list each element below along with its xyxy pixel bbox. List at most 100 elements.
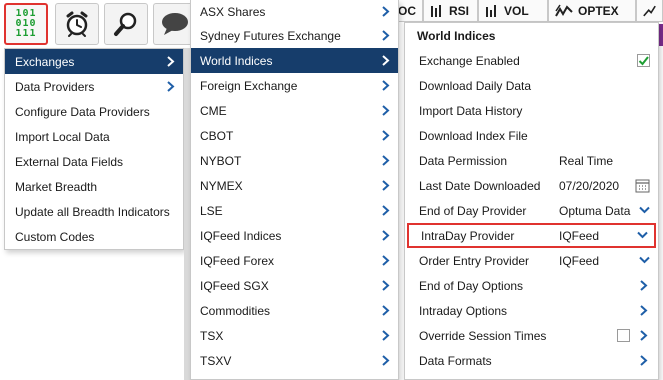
binary-data-icon: 101 010 111: [15, 9, 36, 39]
menu-item-label: Import Local Data: [15, 129, 110, 144]
row-label: Last Date Downloaded: [419, 178, 541, 193]
tab-vol[interactable]: VOL: [478, 0, 548, 22]
download-daily-data-row[interactable]: Download Daily Data: [405, 73, 658, 98]
intraday-options-row[interactable]: Intraday Options: [405, 298, 658, 323]
alarm-button[interactable]: [55, 3, 99, 45]
menu-item-label: Data Providers: [15, 79, 95, 94]
menu-item-label: Custom Codes: [15, 229, 95, 244]
last-date-value[interactable]: 07/20/2020: [559, 179, 619, 193]
tab-label: RSI: [449, 3, 470, 18]
alarm-clock-icon: [66, 11, 88, 37]
chevron-down-icon[interactable]: [637, 231, 648, 239]
panel-title: World Indices: [417, 28, 496, 43]
menu-item-world-indices[interactable]: World Indices: [191, 48, 398, 73]
row-label: Order Entry Provider: [419, 253, 530, 268]
tab-indicator[interactable]: [636, 0, 663, 22]
data-permission-value: Real Time: [559, 153, 614, 168]
row-label: Override Session Times: [419, 328, 547, 343]
exchanges-data-button[interactable]: 101 010 111: [4, 3, 48, 45]
chevron-right-icon: [382, 6, 390, 17]
exchange-enabled-checkbox[interactable]: [637, 54, 650, 67]
menu-item-data-providers[interactable]: Data Providers: [5, 74, 183, 99]
menu-item-sydney-futures-exchange[interactable]: Sydney Futures Exchange: [191, 23, 398, 48]
menu-item-asx-shares[interactable]: ASX Shares: [191, 0, 398, 23]
override-session-times-row[interactable]: Override Session Times: [405, 323, 658, 348]
wave-icon: [555, 4, 573, 16]
menu-item-iqfeed-indices[interactable]: IQFeed Indices: [191, 223, 398, 248]
end-of-day-provider-value[interactable]: Optuma Data: [559, 204, 630, 218]
menu-item-cbot[interactable]: CBOT: [191, 123, 398, 148]
intraday-provider-row[interactable]: IntraDay Provider IQFeed: [407, 223, 656, 248]
override-session-times-checkbox[interactable]: [617, 329, 630, 342]
menu-item-commodities[interactable]: Commodities: [191, 298, 398, 323]
menu-item-label: Update all Breadth Indicators: [15, 204, 170, 219]
calendar-icon[interactable]: [635, 178, 650, 193]
chevron-right-icon: [640, 355, 648, 366]
chat-button[interactable]: [153, 3, 193, 45]
menu-item-custom-codes[interactable]: Custom Codes: [5, 224, 183, 249]
tab-optex[interactable]: OPTEX: [548, 0, 636, 22]
row-label: Data Permission: [419, 153, 508, 168]
exchanges-submenu: ASX Shares Sydney Futures Exchange World…: [190, 0, 399, 380]
chevron-right-icon: [167, 56, 175, 67]
import-data-history-row[interactable]: Import Data History: [405, 98, 658, 123]
data-menu: Exchanges Data Providers Configure Data …: [4, 48, 184, 250]
menu-item-label: Foreign Exchange: [200, 78, 298, 93]
menu-item-external-data-fields[interactable]: External Data Fields: [5, 149, 183, 174]
menu-item-nymex[interactable]: NYMEX: [191, 173, 398, 198]
chevron-down-icon[interactable]: [639, 256, 650, 264]
menu-item-nybot[interactable]: NYBOT: [191, 148, 398, 173]
chevron-right-icon: [382, 230, 390, 241]
trend-line-icon: [643, 5, 656, 16]
end-of-day-options-row[interactable]: End of Day Options: [405, 273, 658, 298]
row-label: Data Formats: [419, 353, 492, 368]
menu-item-cme[interactable]: CME: [191, 98, 398, 123]
tab-rsi[interactable]: RSI: [423, 0, 478, 22]
chevron-down-icon[interactable]: [639, 206, 650, 214]
chevron-right-icon: [382, 80, 390, 91]
chevron-right-icon: [167, 81, 175, 92]
menu-item-market-breadth[interactable]: Market Breadth: [5, 174, 183, 199]
intraday-provider-value[interactable]: IQFeed: [559, 229, 599, 243]
chevron-right-icon: [382, 255, 390, 266]
bar-chart-icon: [486, 4, 496, 17]
menu-item-update-breadth-indicators[interactable]: Update all Breadth Indicators: [5, 199, 183, 224]
menu-item-label: CME: [200, 103, 227, 118]
row-label: End of Day Options: [419, 278, 524, 293]
download-index-file-row[interactable]: Download Index File: [405, 123, 658, 148]
row-label: Download Daily Data: [419, 78, 532, 93]
menu-item-tsxv[interactable]: TSXV: [191, 348, 398, 373]
exchange-enabled-row[interactable]: Exchange Enabled: [405, 48, 658, 73]
data-formats-row[interactable]: Data Formats: [405, 348, 658, 373]
menu-item-label: World Indices: [200, 53, 273, 68]
row-label: Download Index File: [419, 128, 528, 143]
menu-item-tsx[interactable]: TSX: [191, 323, 398, 348]
menu-item-iqfeed-sgx[interactable]: IQFeed SGX: [191, 273, 398, 298]
menu-item-label: NYBOT: [200, 153, 242, 168]
menu-item-configure-data-providers[interactable]: Configure Data Providers: [5, 99, 183, 124]
row-label: Import Data History: [419, 103, 523, 118]
menu-item-label: CBOT: [200, 128, 234, 143]
checkmark-icon: [638, 56, 649, 66]
menu-item-label: Commodities: [200, 303, 271, 318]
menu-item-label: ASX Shares: [200, 4, 266, 19]
menu-item-lse[interactable]: LSE: [191, 198, 398, 223]
row-label: Intraday Options: [419, 303, 508, 318]
menu-item-exchanges[interactable]: Exchanges: [5, 49, 183, 74]
menu-item-label: NYMEX: [200, 178, 243, 193]
menu-item-iqfeed-forex[interactable]: IQFeed Forex: [191, 248, 398, 273]
search-icon: [114, 12, 137, 36]
chat-icon: [161, 13, 188, 35]
order-entry-provider-row[interactable]: Order Entry Provider IQFeed: [405, 248, 658, 273]
search-button[interactable]: [104, 3, 148, 45]
end-of-day-provider-row[interactable]: End of Day Provider Optuma Data: [405, 198, 658, 223]
tab-label: OC: [398, 3, 416, 18]
last-date-downloaded-row: Last Date Downloaded 07/20/2020: [405, 173, 658, 198]
menu-item-label: TSXV: [200, 353, 232, 368]
tab-label: VOL: [504, 3, 529, 18]
row-label: IntraDay Provider: [421, 228, 515, 243]
menu-item-label: Exchanges: [15, 54, 75, 69]
menu-item-import-local-data[interactable]: Import Local Data: [5, 124, 183, 149]
order-entry-provider-value[interactable]: IQFeed: [559, 254, 599, 268]
menu-item-foreign-exchange[interactable]: Foreign Exchange: [191, 73, 398, 98]
